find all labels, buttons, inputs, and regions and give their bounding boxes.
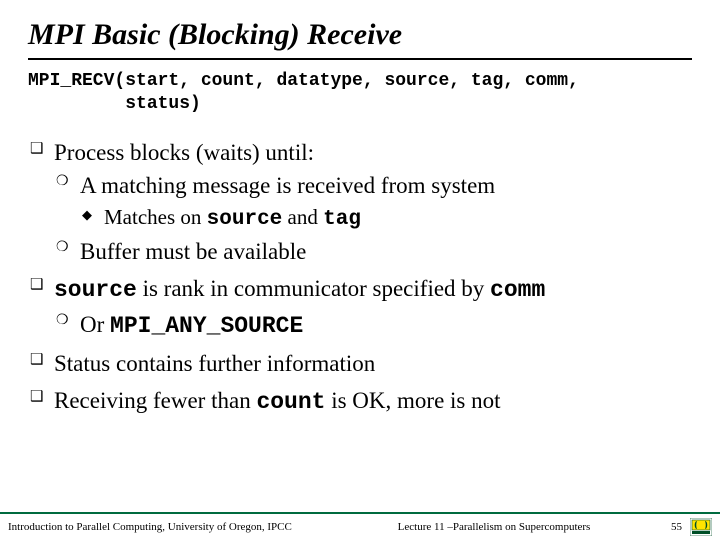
text-mid: is rank in communicator specified by xyxy=(137,276,490,301)
bullet-list: Process blocks (waits) until: A matching… xyxy=(28,137,692,418)
text-mid: and xyxy=(282,205,323,229)
bullet-buffer-available: Buffer must be available xyxy=(54,236,692,267)
text-pre: Matches on xyxy=(104,205,207,229)
footer-center: Lecture 11 –Parallelism on Supercomputer… xyxy=(332,521,656,533)
slide: MPI Basic (Blocking) Receive MPI_RECV(st… xyxy=(0,0,720,540)
bullet-any-source: Or MPI_ANY_SOURCE xyxy=(54,309,692,342)
code-tag: tag xyxy=(323,208,361,231)
text-pre: Receiving fewer than xyxy=(54,388,256,413)
bullet-text: A matching message is received from syst… xyxy=(80,173,495,198)
bullet-text: Process blocks (waits) until: xyxy=(54,140,314,165)
text-pre: Or xyxy=(80,312,110,337)
code-comm: comm xyxy=(490,277,545,303)
bullet-matching-message: A matching message is received from syst… xyxy=(54,170,692,234)
bullet-text: Buffer must be available xyxy=(80,239,306,264)
footer-left: Introduction to Parallel Computing, Univ… xyxy=(8,521,332,533)
code-count: count xyxy=(256,389,325,415)
slide-title: MPI Basic (Blocking) Receive xyxy=(28,18,692,52)
bullet-text: Status contains further information xyxy=(54,351,375,376)
footer-page-number: 55 xyxy=(656,521,686,533)
bullet-matches-on: Matches on source and tag xyxy=(80,203,692,234)
text-post: is OK, more is not xyxy=(325,388,500,413)
title-rule xyxy=(28,58,692,60)
code-source: source xyxy=(54,277,137,303)
bullet-status-info: Status contains further information xyxy=(28,348,692,379)
code-source: source xyxy=(207,208,283,231)
bullet-source-rank: source is rank in communicator specified… xyxy=(28,273,692,341)
bullet-process-blocks: Process blocks (waits) until: A matching… xyxy=(28,137,692,267)
footer: Introduction to Parallel Computing, Univ… xyxy=(0,512,720,540)
bullet-receiving-fewer: Receiving fewer than count is OK, more i… xyxy=(28,385,692,418)
university-logo-icon xyxy=(690,518,712,536)
function-signature: MPI_RECV(start, count, datatype, source,… xyxy=(28,70,692,115)
content-area: Process blocks (waits) until: A matching… xyxy=(28,137,692,418)
code-any-source: MPI_ANY_SOURCE xyxy=(110,313,303,339)
